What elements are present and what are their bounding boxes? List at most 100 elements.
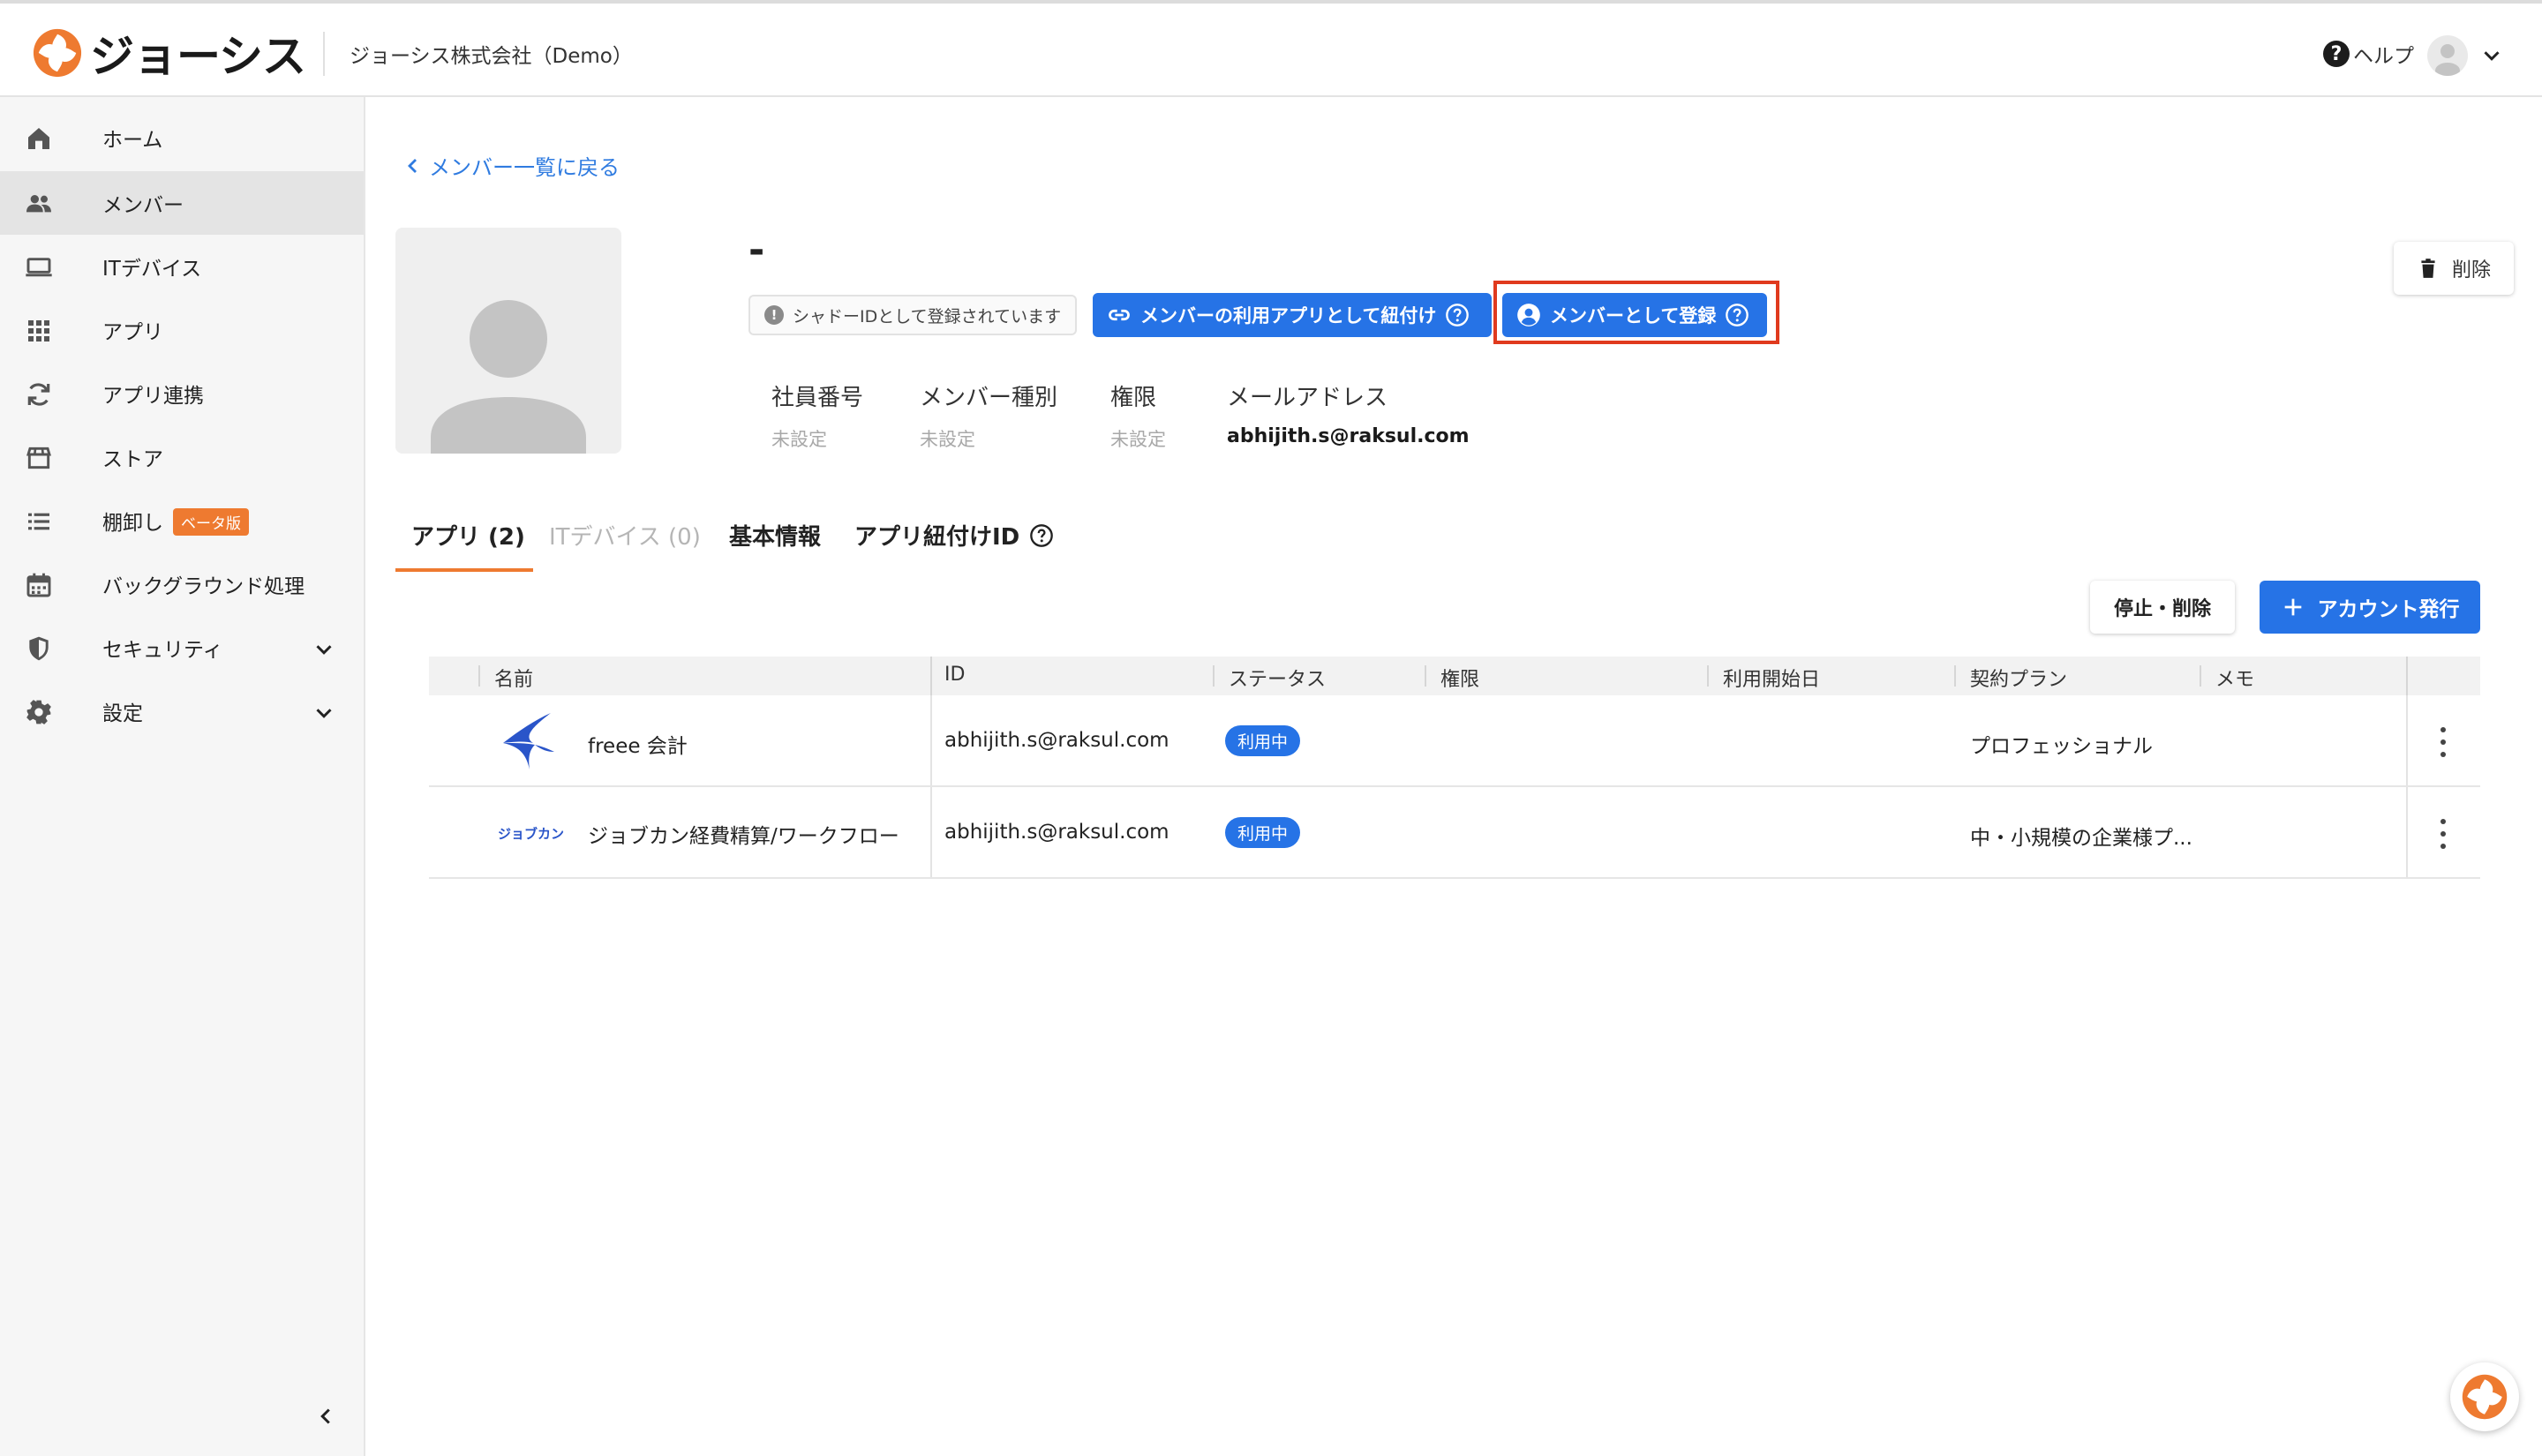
people-icon <box>26 195 51 213</box>
sidebar-item-label: アプリ連携 <box>102 385 204 408</box>
josys-logo-icon <box>2462 1374 2508 1420</box>
issue-account-button[interactable]: アカウント発行 <box>2260 581 2480 634</box>
column-separator <box>1954 665 1956 687</box>
sidebar-item-label: ホーム <box>102 129 163 152</box>
email-value: abhijith.s@raksul.com <box>1227 425 1470 447</box>
chevron-down-icon[interactable] <box>311 700 337 726</box>
help-link[interactable]: ? ヘルプ <box>2323 39 2414 69</box>
shield-icon <box>29 636 49 661</box>
josys-logo-icon <box>33 28 82 78</box>
role-value: 未設定 <box>1110 429 1166 450</box>
shadow-id-badge: ! シャドーIDとして登録されています <box>748 295 1078 335</box>
column-header-plan[interactable]: 契約プラン <box>1970 664 2067 692</box>
sidebar-item-label: バックグラウンド処理 <box>102 575 305 598</box>
help-circle-icon[interactable] <box>1725 303 1749 327</box>
sidebar-root: ホーム メンバー ITデバイス アプリ アプリ連携 ストア 棚卸し ベータ版 バ… <box>0 97 365 1456</box>
tab-app-link-id[interactable]: アプリ紐付けID <box>854 519 1054 552</box>
laptop-icon <box>26 258 52 277</box>
sidebar-item-members[interactable]: メンバー <box>0 171 364 235</box>
back-to-member-list-link[interactable]: メンバー一覧に戻る <box>402 150 620 181</box>
chevron-down-icon[interactable] <box>311 636 337 663</box>
help-icon: ? <box>2323 41 2350 67</box>
sidebar-item-app-integration[interactable]: アプリ連携 <box>0 362 364 425</box>
sidebar-item-background-jobs[interactable]: バックグラウンド処理 <box>0 552 364 616</box>
app-name[interactable]: freee 会計 <box>588 729 688 759</box>
sync-icon <box>27 383 50 406</box>
user-avatar[interactable] <box>2427 35 2468 76</box>
home-icon <box>28 128 49 149</box>
sidebar-item-security[interactable]: セキュリティ <box>0 616 364 679</box>
profile-photo <box>395 228 621 454</box>
column-header-status[interactable]: ステータス <box>1229 664 1326 692</box>
sidebar-item-label: ITデバイス <box>102 258 202 281</box>
role-label: 権限 <box>1110 385 1157 411</box>
email-label: メールアドレス <box>1227 385 1388 411</box>
column-separator <box>478 665 480 687</box>
member-name: - <box>748 228 765 273</box>
tab-basic-info[interactable]: 基本情報 <box>729 519 821 552</box>
register-as-member-label: メンバーとして登録 <box>1550 305 1717 326</box>
row-more-menu-icon[interactable] <box>2440 727 2447 757</box>
sidebar-item-label: 設定 <box>102 702 143 725</box>
delete-button[interactable]: 削除 <box>2394 242 2514 295</box>
sidebar-item-home[interactable]: ホーム <box>0 106 364 169</box>
back-link-label: メンバー一覧に戻る <box>429 155 620 180</box>
tab-app-link-id-label: アプリ紐付けID <box>854 524 1020 551</box>
help-circle-icon[interactable] <box>1445 303 1470 327</box>
column-separator <box>2406 657 2408 695</box>
app-logo[interactable]: ジョーシス <box>32 26 306 82</box>
column-separator <box>1425 665 1426 687</box>
sidebar-item-inventory[interactable]: 棚卸し ベータ版 <box>0 489 364 552</box>
tab-apps[interactable]: アプリ (2) <box>411 519 525 552</box>
gear-icon <box>26 700 51 724</box>
column-separator <box>1213 665 1215 687</box>
jobcan-logo-icon: ジョブカン <box>498 826 565 842</box>
delete-button-label: 削除 <box>2451 259 2491 281</box>
table-row[interactable]: ジョブカン ジョブカン経費精算/ワークフロー abhijith.s@raksul… <box>429 787 2480 879</box>
column-header-role[interactable]: 権限 <box>1440 664 1479 692</box>
trash-icon <box>2421 259 2435 278</box>
table-header: 名前 ID ステータス 権限 利用開始日 契約プラン メモ <box>429 657 2480 695</box>
freee-logo-icon <box>503 713 554 769</box>
help-circle-icon[interactable] <box>1029 523 1054 548</box>
user-silhouette-icon <box>2435 44 2460 76</box>
calendar-icon <box>26 573 51 597</box>
app-plan: 中・小規模の企業様プ... <box>1970 827 2192 850</box>
sidebar-item-apps[interactable]: アプリ <box>0 298 364 362</box>
employee-number-value: 未設定 <box>771 429 827 450</box>
shadow-id-badge-text: シャドーIDとして登録されています <box>793 306 1062 326</box>
stop-delete-button[interactable]: 停止・削除 <box>2090 581 2235 634</box>
sidebar-collapse-icon[interactable] <box>312 1403 339 1430</box>
app-plan: プロフェッショナル <box>1970 735 2153 758</box>
employee-number-label: 社員番号 <box>771 385 864 411</box>
link-as-member-app-label: メンバーの利用アプリとして紐付け <box>1140 305 1437 326</box>
column-separator <box>2200 665 2201 687</box>
link-icon <box>1109 309 1130 321</box>
sidebar-item-store[interactable]: ストア <box>0 425 364 489</box>
table-row[interactable]: freee 会計 abhijith.s@raksul.com 利用中 プロフェッ… <box>429 695 2480 787</box>
column-header-memo[interactable]: メモ <box>2215 664 2254 692</box>
support-chat-button[interactable] <box>2450 1362 2519 1431</box>
user-silhouette-icon <box>431 300 586 454</box>
sidebar-item-label: セキュリティ <box>102 639 223 662</box>
list-icon <box>28 513 49 530</box>
app-name[interactable]: ジョブカン経費精算/ワークフロー <box>588 819 899 849</box>
grid-icon <box>28 320 49 341</box>
register-as-member-button[interactable]: メンバーとして登録 <box>1502 293 1767 337</box>
link-as-member-app-button[interactable]: メンバーの利用アプリとして紐付け <box>1093 293 1492 337</box>
sidebar-item-settings[interactable]: 設定 <box>0 679 364 743</box>
status-badge: 利用中 <box>1225 817 1301 848</box>
column-header-id[interactable]: ID <box>944 664 965 686</box>
row-more-menu-icon[interactable] <box>2440 819 2447 849</box>
issue-account-label: アカウント発行 <box>2317 598 2460 621</box>
store-icon <box>26 447 51 469</box>
member-type-label: メンバー種別 <box>920 385 1058 411</box>
column-header-start-date[interactable]: 利用開始日 <box>1723 664 1820 692</box>
member-type-value: 未設定 <box>920 429 975 450</box>
column-header-name[interactable]: 名前 <box>494 664 533 692</box>
beta-badge: ベータ版 <box>173 508 249 536</box>
plus-icon <box>2284 598 2301 616</box>
chevron-down-icon[interactable] <box>2478 42 2505 69</box>
sidebar-item-it-devices[interactable]: ITデバイス <box>0 235 364 298</box>
status-badge: 利用中 <box>1225 725 1301 756</box>
